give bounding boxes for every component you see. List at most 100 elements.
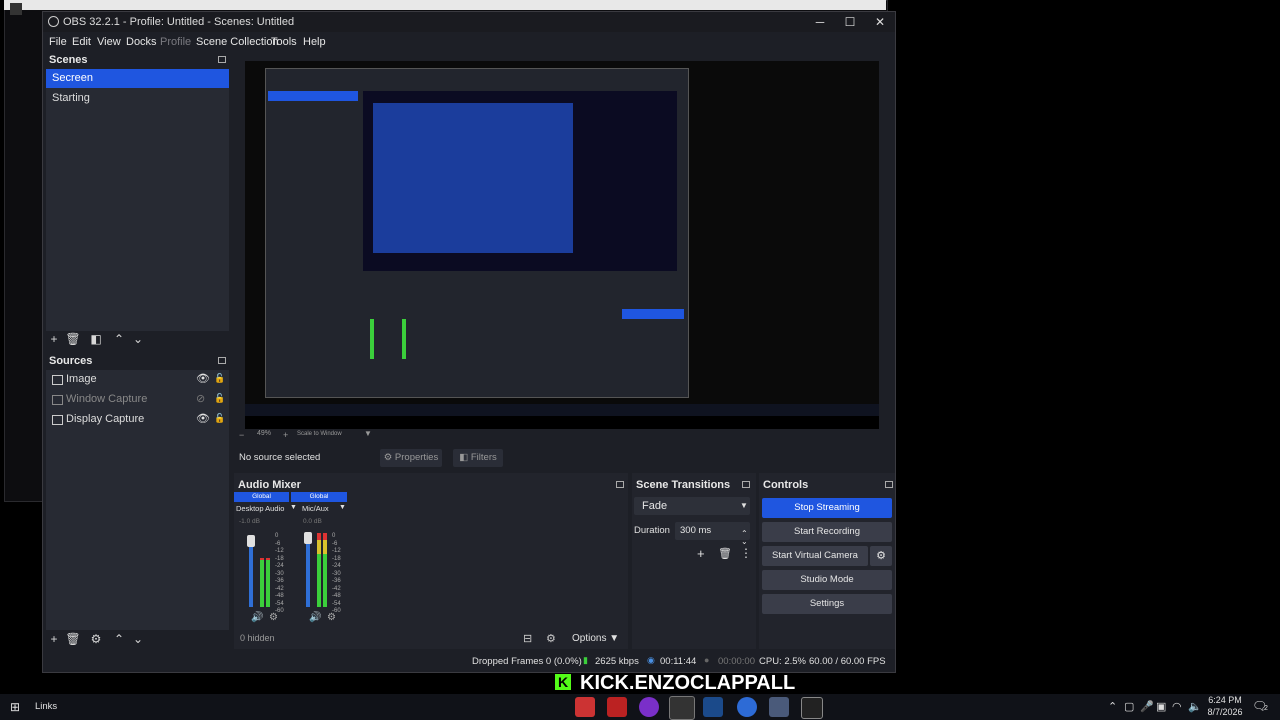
move-down-icon[interactable]: ⌄	[130, 631, 146, 647]
mixer-layout-icon[interactable]: ⊟	[523, 632, 532, 645]
scale-mode-select[interactable]: Scale to Window	[297, 431, 342, 437]
chevron-down-icon[interactable]: ▼	[364, 429, 372, 438]
scale-tick: -54	[275, 600, 284, 607]
start-recording-button[interactable]: Start Recording	[762, 522, 892, 542]
controls-float-icon[interactable]	[885, 481, 893, 488]
chevron-up-icon[interactable]: ⌃	[1108, 700, 1117, 713]
app-icon[interactable]	[607, 697, 627, 717]
meter-scale: 0 -6 -12 -18 -24 -30 -36 -42 -48 -54 -60	[332, 533, 341, 616]
sources-float-icon[interactable]	[218, 357, 226, 364]
meter-bar-green	[260, 560, 264, 607]
add-scene-icon[interactable]: +	[46, 331, 62, 347]
menu-help[interactable]: Help	[303, 36, 326, 48]
start-virtual-camera-button[interactable]: Start Virtual Camera	[762, 546, 868, 566]
scale-tick: -42	[275, 585, 284, 592]
virtual-camera-settings-icon[interactable]: ⚙	[870, 546, 892, 566]
chrome-icon[interactable]	[737, 697, 757, 717]
clock-time[interactable]: 6:24 PM	[1207, 695, 1243, 705]
obs-taskbar-icon[interactable]	[669, 696, 695, 720]
transition-menu-icon[interactable]: ⋮	[740, 546, 752, 560]
speaker-icon[interactable]: 🔊	[309, 612, 321, 623]
lock-icon[interactable]: 🔓	[214, 373, 225, 384]
mixer-settings-icon[interactable]: ⚙	[327, 612, 336, 623]
mic-icon[interactable]: 🎤	[1140, 700, 1154, 713]
add-transition-icon[interactable]: +	[697, 546, 705, 561]
scale-tick: -12	[275, 548, 284, 554]
app-icon[interactable]	[801, 697, 823, 719]
app-icon[interactable]	[639, 697, 659, 717]
lock-icon[interactable]: 🔓	[214, 413, 225, 424]
options-button[interactable]: Options ▼	[572, 633, 619, 644]
stop-streaming-button[interactable]: Stop Streaming	[762, 498, 892, 518]
menu-tools[interactable]: Tools	[271, 36, 297, 48]
scene-item[interactable]: Secreen	[46, 69, 229, 88]
move-up-icon[interactable]: ⌃	[111, 331, 127, 347]
zoom-in-icon[interactable]: +	[283, 430, 288, 440]
tray-icon[interactable]: ▢	[1124, 700, 1134, 713]
volume-slider-track[interactable]	[306, 535, 310, 607]
source-properties-icon[interactable]: ⚙	[88, 631, 104, 647]
meter-peak	[266, 558, 270, 560]
hidden-count[interactable]: 0 hidden	[240, 633, 275, 643]
remove-source-icon[interactable]: 🗑	[65, 631, 81, 647]
scale-tick: -42	[332, 585, 341, 592]
menu-docks[interactable]: Docks	[126, 36, 157, 48]
studio-mode-button[interactable]: Studio Mode	[762, 570, 892, 590]
filters-button[interactable]: ◧ Filters	[453, 449, 503, 467]
clock-date[interactable]: 8/7/2026	[1205, 707, 1245, 717]
scenes-float-icon[interactable]	[218, 56, 226, 63]
add-source-icon[interactable]: +	[46, 631, 62, 647]
zoom-out-icon[interactable]: −	[239, 430, 244, 440]
menu-scene-collection[interactable]: Scene Collection	[196, 36, 279, 48]
scene-item[interactable]: Starting	[46, 89, 229, 108]
move-up-icon[interactable]: ⌃	[111, 631, 127, 647]
chevron-down-icon[interactable]: ▼	[339, 504, 346, 511]
start-icon[interactable]: ⊞	[10, 700, 20, 714]
scene-filters-icon[interactable]: ◧	[88, 331, 104, 347]
remove-transition-icon[interactable]: 🗑	[718, 547, 732, 560]
properties-button[interactable]: ⚙ Properties	[380, 449, 442, 467]
tray-icon[interactable]: ▣	[1156, 700, 1166, 713]
transitions-float-icon[interactable]	[742, 481, 750, 488]
mixer-settings-icon[interactable]: ⚙	[269, 612, 278, 623]
menu-view[interactable]: View	[97, 36, 121, 48]
duration-input[interactable]: 300 ms	[675, 522, 750, 540]
volume-slider-knob[interactable]	[304, 532, 312, 544]
chevron-down-icon[interactable]: ▼	[290, 504, 297, 511]
eye-hidden-icon[interactable]: ⊘	[196, 392, 205, 405]
steam-icon[interactable]	[703, 697, 723, 717]
links-toolbar[interactable]: Links	[35, 701, 57, 712]
maximize-button[interactable]: ☐	[835, 12, 865, 32]
remove-scene-icon[interactable]: 🗑	[65, 331, 81, 347]
channel-name[interactable]: Desktop Audio	[236, 504, 284, 513]
eye-icon[interactable]: 👁	[196, 412, 210, 425]
eye-icon[interactable]: 👁	[196, 372, 210, 385]
level-meter	[317, 532, 329, 607]
volume-icon[interactable]: 🔈	[1188, 700, 1202, 713]
speaker-icon[interactable]: 🔊	[251, 612, 263, 623]
move-down-icon[interactable]: ⌄	[130, 331, 146, 347]
channel-name[interactable]: Mic/Aux	[302, 504, 329, 513]
menu-profile[interactable]: Profile	[160, 36, 191, 48]
volume-slider-knob[interactable]	[247, 535, 255, 547]
app-icon[interactable]	[769, 697, 789, 717]
transition-select[interactable]: Fade	[634, 497, 750, 515]
menu-edit[interactable]: Edit	[72, 36, 91, 48]
duration-label: Duration	[634, 525, 670, 536]
chevron-down-icon[interactable]: ▼	[740, 501, 748, 510]
minimize-button[interactable]: ─	[805, 12, 835, 32]
brave-icon[interactable]	[575, 697, 595, 717]
spin-down-icon[interactable]: ⌄	[741, 537, 748, 546]
lock-icon[interactable]: 🔓	[214, 393, 225, 404]
settings-button[interactable]: Settings	[762, 594, 892, 614]
wifi-icon[interactable]: ◠	[1172, 700, 1182, 713]
preview-image	[245, 61, 879, 416]
close-button[interactable]: ✕	[865, 12, 895, 32]
transition-value: Fade	[642, 500, 668, 512]
preview-canvas[interactable]	[245, 61, 879, 429]
filters-label: Filters	[470, 452, 497, 463]
display-source-icon	[52, 415, 63, 425]
mixer-float-icon[interactable]	[616, 481, 624, 488]
menu-file[interactable]: File	[49, 36, 67, 48]
advanced-audio-icon[interactable]: ⚙	[546, 632, 556, 645]
